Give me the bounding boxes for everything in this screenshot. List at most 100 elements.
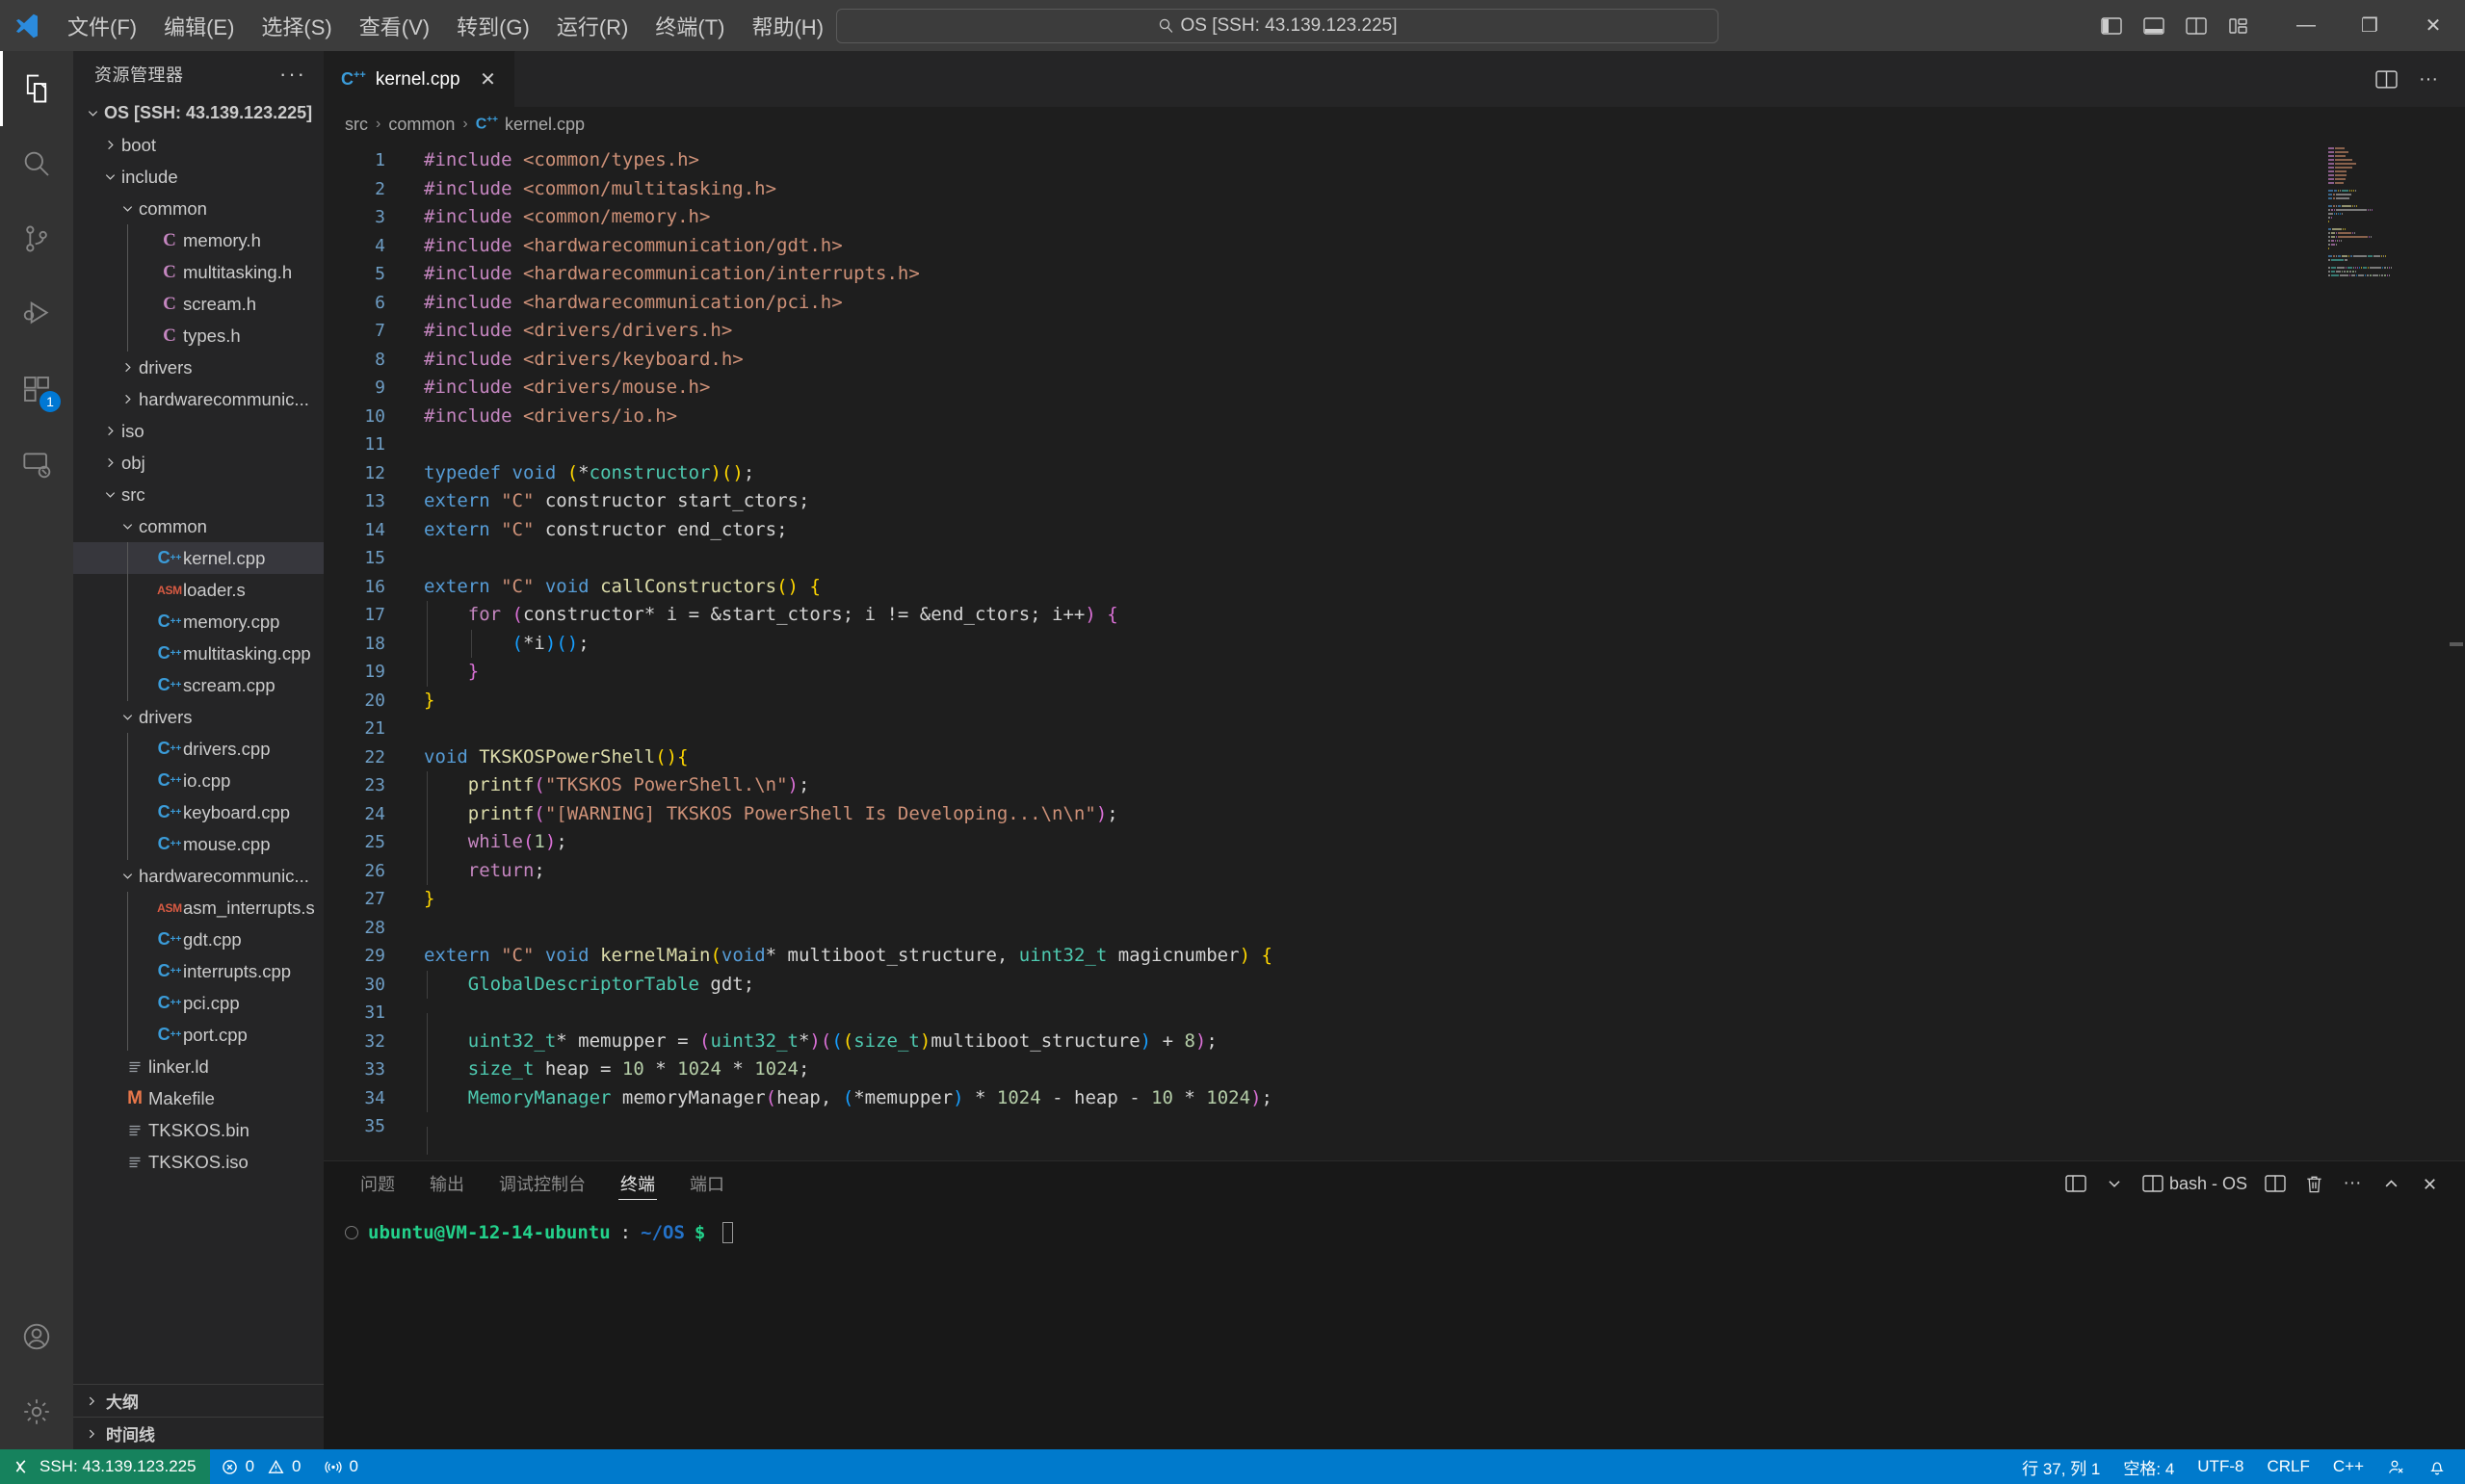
code-line[interactable]: 34 MemoryManager memoryManager(heap, (*m… — [324, 1083, 2465, 1112]
code-editor[interactable]: 1 #include <common/types.h> 2 #include <com… — [324, 142, 2465, 1160]
menu-edit[interactable]: 编辑(E) — [150, 7, 248, 45]
code-line-text[interactable]: } — [412, 687, 434, 716]
code-line-text[interactable]: #include <hardwarecommunication/pci.h> — [412, 289, 843, 318]
tree-file-item[interactable]: Cmultitasking.h — [73, 256, 324, 288]
menu-file[interactable]: 文件(F) — [54, 7, 150, 45]
activity-item-search[interactable] — [0, 126, 73, 201]
code-line-text[interactable]: void TKSKOSPowerShell(){ — [412, 743, 689, 772]
tree-file-item[interactable]: ASM asm_interrupts.s — [73, 892, 324, 924]
tree-folder-item[interactable]: iso — [73, 415, 324, 447]
code-line-text[interactable]: MemoryManager memoryManager(heap, (*memu… — [412, 1083, 1272, 1112]
activity-item-source-control[interactable] — [0, 201, 73, 276]
code-line[interactable]: 2 #include <common/multitasking.h> — [324, 175, 2465, 204]
code-line[interactable]: 14 extern "C" constructor end_ctors; — [324, 516, 2465, 545]
status-encoding[interactable]: UTF-8 — [2186, 1449, 2255, 1484]
tree-file-item[interactable]: C ++ pci.cpp — [73, 987, 324, 1019]
code-line[interactable]: 33 size_t heap = 10 * 1024 * 1024; — [324, 1055, 2465, 1084]
code-line-text[interactable]: uint32_t* memupper = (uint32_t*)(((size_… — [412, 1027, 1218, 1055]
tree-file-item[interactable]: C ++ port.cpp — [73, 1019, 324, 1051]
code-line-text[interactable]: extern "C" void kernelMain(void* multibo… — [412, 942, 1272, 971]
code-line-text[interactable]: typedef void (*constructor)(); — [412, 459, 754, 488]
code-line[interactable]: 32 uint32_t* memupper = (uint32_t*)(((si… — [324, 1027, 2465, 1055]
status-remote-host[interactable]: SSH: 43.139.123.225 — [0, 1449, 210, 1484]
tree-file-item[interactable]: C ++ kernel.cpp — [73, 542, 324, 574]
tree-file-item[interactable]: Cscream.h — [73, 288, 324, 320]
breadcrumb-item-src[interactable]: src — [345, 115, 368, 135]
tree-file-item[interactable]: C ++ mouse.cpp — [73, 828, 324, 860]
sidebar-section-timeline[interactable]: 时间线 — [73, 1417, 324, 1449]
panel-tab-problems[interactable]: 问题 — [345, 1161, 410, 1206]
code-line-text[interactable]: } — [412, 885, 434, 914]
panel-tab-ports[interactable]: 端口 — [674, 1161, 740, 1206]
sidebar-more-actions-icon[interactable]: ··· — [279, 62, 306, 87]
chevron-down-icon[interactable] — [81, 106, 104, 120]
code-line[interactable]: 20} — [324, 687, 2465, 716]
chevron-down-icon[interactable] — [116, 710, 139, 724]
status-ports[interactable]: 0 — [313, 1449, 370, 1484]
code-line[interactable]: 18 (*i)(); — [324, 629, 2465, 658]
tree-folder-item[interactable]: drivers — [73, 351, 324, 383]
code-line[interactable]: 31 — [324, 999, 2465, 1042]
tree-file-item[interactable]: C ++ interrupts.cpp — [73, 955, 324, 987]
menu-view[interactable]: 查看(V) — [346, 7, 443, 45]
status-language-mode[interactable]: C++ — [2321, 1449, 2375, 1484]
activity-item-run-and-debug[interactable] — [0, 276, 73, 351]
code-line[interactable]: 17 for (constructor* i = &start_ctors; i… — [324, 601, 2465, 630]
window-restore-button[interactable]: ❐ — [2338, 0, 2401, 51]
status-eol[interactable]: CRLF — [2255, 1449, 2321, 1484]
activity-item-manage-gear[interactable] — [0, 1374, 73, 1449]
tree-folder-item[interactable]: obj — [73, 447, 324, 479]
tree-folder-item[interactable]: common — [73, 193, 324, 224]
chevron-right-icon[interactable] — [116, 392, 139, 406]
code-line[interactable]: 29 extern "C" void kernelMain(void* multi… — [324, 942, 2465, 971]
tree-folder-item[interactable]: boot — [73, 129, 324, 161]
tree-file-item[interactable]: C ++ gdt.cpp — [73, 924, 324, 955]
chevron-down-icon[interactable] — [116, 869, 139, 883]
trash-icon[interactable] — [2295, 1164, 2332, 1203]
code-line[interactable]: 4 #include <hardwarecommunication/gdt.h> — [324, 232, 2465, 261]
panel-tab-output[interactable]: 输出 — [414, 1161, 480, 1206]
chevron-down-icon[interactable] — [2096, 1164, 2133, 1203]
code-line-text[interactable]: printf("TKSKOS PowerShell.\n"); — [412, 771, 809, 800]
code-line-text[interactable]: #include <drivers/drivers.h> — [412, 317, 732, 346]
code-line[interactable]: 24 printf("[WARNING] TKSKOS PowerShell I… — [324, 799, 2465, 828]
tree-file-item[interactable]: Cmemory.h — [73, 224, 324, 256]
split-terminal-icon[interactable] — [2257, 1164, 2294, 1203]
customize-layout-icon[interactable] — [2220, 9, 2257, 43]
toggle-panel-icon[interactable] — [2136, 9, 2172, 43]
code-line-text[interactable]: for (constructor* i = &start_ctors; i !=… — [412, 601, 1118, 630]
code-line-text[interactable]: #include <drivers/io.h> — [412, 403, 677, 431]
chevron-right-icon[interactable] — [116, 360, 139, 375]
status-editor-position[interactable]: 行 37, 列 1 — [2010, 1449, 2111, 1484]
breadcrumb-item-common[interactable]: common — [388, 115, 455, 135]
tree-folder-item[interactable]: hardwarecommunic... — [73, 860, 324, 892]
chevron-down-icon[interactable] — [116, 201, 139, 216]
code-line[interactable]: 28 — [324, 914, 2465, 943]
chevron-down-icon[interactable] — [98, 169, 121, 184]
chevron-down-icon[interactable] — [116, 519, 139, 534]
tree-file-item[interactable]: Ctypes.h — [73, 320, 324, 351]
maximize-panel-icon[interactable] — [2373, 1164, 2409, 1203]
code-line[interactable]: 6 #include <hardwarecommunication/pci.h> — [324, 289, 2465, 318]
sidebar-section-outline[interactable]: 大纲 — [73, 1384, 324, 1417]
command-center-search[interactable]: OS [SSH: 43.139.123.225] — [836, 8, 1718, 43]
chevron-down-icon[interactable] — [98, 487, 121, 502]
code-line[interactable]: 25 while(1); — [324, 828, 2465, 857]
code-line-text[interactable]: #include <common/multitasking.h> — [412, 175, 776, 204]
code-line[interactable]: 22 void TKSKOSPowerShell(){ — [324, 743, 2465, 772]
code-line-text[interactable]: return; — [412, 856, 545, 885]
window-minimize-button[interactable]: — — [2274, 0, 2338, 51]
menu-go[interactable]: 转到(G) — [443, 7, 543, 45]
tree-file-item[interactable]: C ++ memory.cpp — [73, 606, 324, 638]
tree-file-item[interactable]: M Makefile — [73, 1082, 324, 1114]
status-indentation[interactable]: 空格: 4 — [2111, 1449, 2186, 1484]
tree-folder-item[interactable]: drivers — [73, 701, 324, 733]
status-problems[interactable]: 0 0 — [210, 1449, 313, 1484]
tree-folder-item[interactable]: src — [73, 479, 324, 510]
tree-file-item[interactable]: C ++ keyboard.cpp — [73, 796, 324, 828]
breadcrumb-item-file[interactable]: C++ kernel.cpp — [476, 115, 585, 135]
tree-folder-item[interactable]: common — [73, 510, 324, 542]
code-line[interactable]: 15 — [324, 544, 2465, 573]
code-line[interactable]: 11 — [324, 430, 2465, 459]
code-line-text[interactable]: GlobalDescriptorTable gdt; — [412, 970, 754, 999]
